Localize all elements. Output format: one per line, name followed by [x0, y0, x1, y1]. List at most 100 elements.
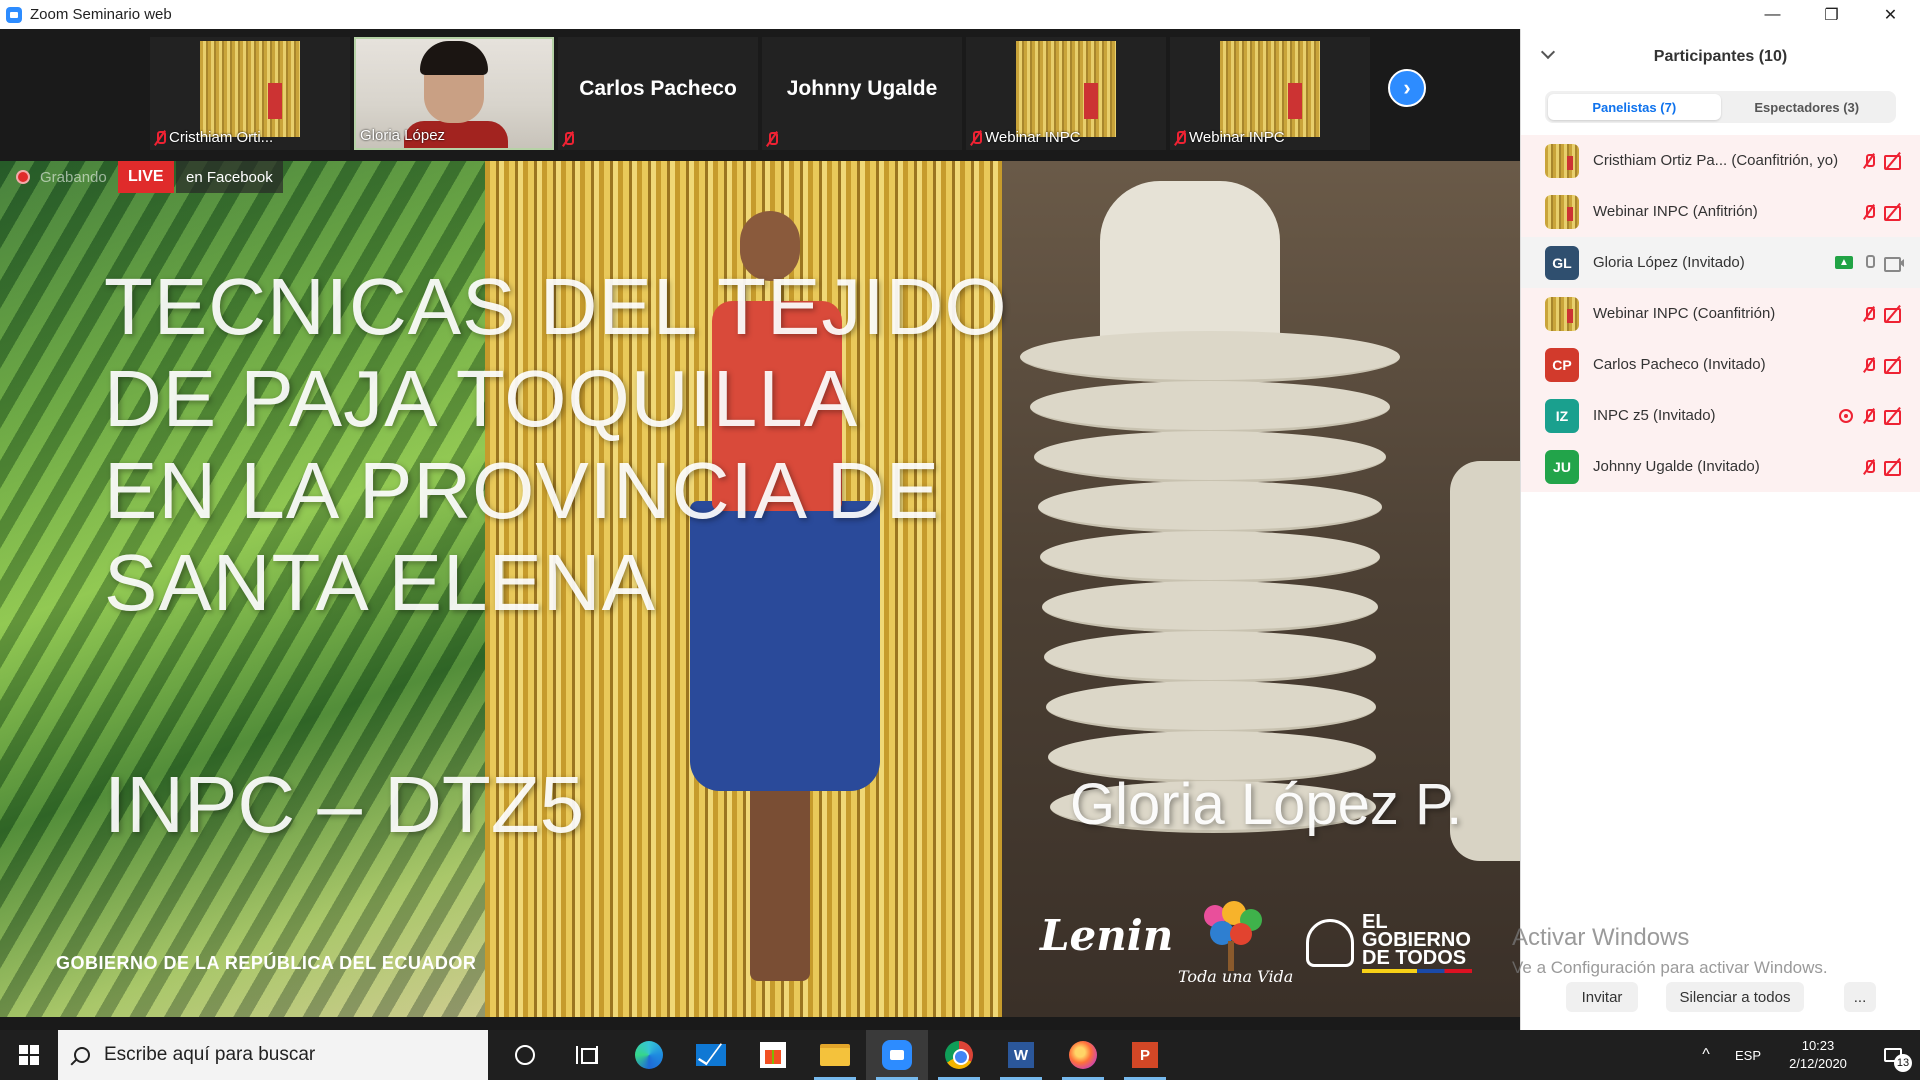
mic-icon[interactable] — [1863, 255, 1875, 270]
store-icon — [760, 1042, 786, 1068]
action-center-button[interactable]: 13 — [1866, 1030, 1920, 1080]
video-tile[interactable]: Carlos Pacheco — [558, 37, 758, 150]
window-title: Zoom Seminario web — [30, 6, 172, 23]
live-target[interactable]: en Facebook — [176, 161, 283, 193]
recording-label: Grabando — [40, 168, 107, 186]
mic-muted-icon[interactable] — [1863, 153, 1875, 168]
start-button[interactable] — [0, 1030, 58, 1080]
participant-list: Cristhiam Ortiz Pa... (Coanfitrión, yo) … — [1521, 135, 1920, 492]
avatar — [1545, 143, 1579, 178]
tile-name: Webinar INPC — [1189, 129, 1285, 146]
video-off-icon[interactable] — [1884, 154, 1904, 170]
tile-name: Cristhiam Orti... — [169, 129, 274, 146]
more-options-button[interactable]: ... — [1844, 982, 1876, 1012]
participant-name: Gloria López (Invitado) — [1593, 254, 1745, 271]
mic-muted-icon[interactable] — [1863, 459, 1875, 474]
tile-name: Webinar INPC — [985, 129, 1081, 146]
mic-muted-icon[interactable] — [1863, 408, 1875, 423]
activate-windows-subtitle: Ve a Configuración para activar Windows. — [1512, 958, 1828, 977]
powerpoint-button[interactable]: P — [1114, 1030, 1176, 1080]
word-icon: W — [1008, 1042, 1034, 1068]
slide-author: Gloria López P. — [1070, 772, 1463, 837]
minimize-button[interactable]: — — [1743, 0, 1802, 29]
language-indicator[interactable]: ESP — [1726, 1048, 1770, 1063]
video-off-icon[interactable] — [1884, 205, 1904, 221]
lenin-logo: Lenin — [1040, 911, 1174, 960]
notification-count: 13 — [1894, 1054, 1912, 1072]
video-image — [1220, 41, 1320, 137]
slide-gov-footer: GOBIERNO DE LA REPÚBLICA DEL ECUADOR — [56, 953, 477, 973]
tile-name: Gloria López — [360, 127, 446, 144]
activate-windows-title: Activar Windows — [1512, 924, 1690, 951]
slide-title-line: DE PAJA TOQUILLA — [104, 354, 859, 443]
chevron-down-icon[interactable] — [1540, 44, 1556, 60]
chrome-icon — [945, 1041, 973, 1069]
video-off-icon[interactable] — [1884, 307, 1904, 323]
word-button[interactable]: W — [990, 1030, 1052, 1080]
video-tile-active-speaker[interactable]: Gloria López — [354, 37, 554, 150]
video-thumbnail-strip: Cristhiam Orti... Gloria López Carlos Pa… — [0, 29, 1520, 161]
tile-name-large: Carlos Pacheco — [579, 77, 737, 100]
record-dot-icon — [16, 170, 30, 184]
tab-panelists[interactable]: Panelistas (7) — [1548, 94, 1721, 120]
video-off-icon[interactable] — [1884, 460, 1904, 476]
avatar: IZ — [1545, 398, 1579, 433]
mic-muted-icon[interactable] — [1863, 204, 1875, 219]
toda-una-vida-logo — [1196, 901, 1268, 973]
store-button[interactable] — [742, 1030, 804, 1080]
video-tile[interactable]: Cristhiam Orti... — [150, 37, 350, 150]
file-explorer-button[interactable] — [804, 1030, 866, 1080]
zoom-taskbar-button[interactable] — [866, 1030, 928, 1080]
participant-name: Webinar INPC (Coanfitrión) — [1593, 305, 1776, 322]
tab-attendees[interactable]: Espectadores (3) — [1721, 94, 1894, 120]
participant-name: INPC z5 (Invitado) — [1593, 407, 1716, 424]
cortana-button[interactable] — [494, 1030, 556, 1080]
participant-name: Cristhiam Ortiz Pa... (Coanfitrión, yo) — [1593, 152, 1839, 169]
participant-row[interactable]: CP Carlos Pacheco (Invitado) — [1521, 339, 1920, 390]
search-placeholder: Escribe aquí para buscar — [104, 1044, 316, 1065]
shared-screen: TECNICAS DEL TEJIDO DE PAJA TOQUILLA EN … — [0, 161, 1520, 1017]
participant-row[interactable]: Webinar INPC (Coanfitrión) — [1521, 288, 1920, 339]
taskbar-search[interactable]: Escribe aquí para buscar — [58, 1030, 488, 1080]
recording-indicator[interactable]: Grabando — [0, 161, 107, 193]
mic-muted-icon — [766, 132, 778, 146]
participant-row[interactable]: IZ INPC z5 (Invitado) — [1521, 390, 1920, 441]
mute-all-button[interactable]: Silenciar a todos — [1666, 982, 1804, 1012]
video-off-icon[interactable] — [1884, 409, 1904, 425]
cortana-icon — [515, 1045, 535, 1065]
panel-header: Participantes (10) — [1521, 29, 1920, 85]
task-view-button[interactable] — [556, 1030, 618, 1080]
participant-row[interactable]: GL Gloria López (Invitado) ▲ — [1521, 237, 1920, 288]
screen-share-icon: ▲ — [1835, 256, 1853, 269]
participant-row[interactable]: Webinar INPC (Anfitrión) — [1521, 186, 1920, 237]
video-image — [200, 41, 300, 137]
clock[interactable]: 10:23 2/12/2020 — [1770, 1037, 1866, 1073]
invite-button[interactable]: Invitar — [1566, 982, 1638, 1012]
slide-title-line: EN LA PROVINCIA DE — [104, 446, 941, 535]
mail-button[interactable] — [680, 1030, 742, 1080]
video-tile[interactable]: Webinar INPC — [1170, 37, 1370, 150]
avatar: CP — [1545, 347, 1579, 382]
mic-muted-icon[interactable] — [1863, 306, 1875, 321]
restore-button[interactable]: ❐ — [1802, 0, 1861, 29]
task-view-icon — [576, 1046, 598, 1064]
edge-button[interactable] — [618, 1030, 680, 1080]
close-button[interactable]: ✕ — [1861, 0, 1920, 29]
chrome-button[interactable] — [928, 1030, 990, 1080]
firefox-icon — [1069, 1041, 1097, 1069]
video-tile[interactable]: Webinar INPC — [966, 37, 1166, 150]
slide-title: TECNICAS DEL TEJIDO DE PAJA TOQUILLA EN … — [104, 261, 1064, 629]
zoom-app-icon — [6, 6, 22, 23]
video-icon[interactable] — [1884, 256, 1904, 272]
show-hidden-icons-button[interactable]: ^ — [1686, 1030, 1726, 1080]
video-off-icon[interactable] — [1884, 358, 1904, 374]
live-badge[interactable]: LIVE — [118, 161, 174, 193]
mic-muted-icon — [154, 130, 166, 145]
mic-muted-icon[interactable] — [1863, 357, 1875, 372]
participant-row[interactable]: Cristhiam Ortiz Pa... (Coanfitrión, yo) — [1521, 135, 1920, 186]
participant-row[interactable]: JU Johnny Ugalde (Invitado) — [1521, 441, 1920, 492]
next-page-button[interactable]: › — [1388, 69, 1426, 107]
video-tile[interactable]: Johnny Ugalde — [762, 37, 962, 150]
mail-icon — [696, 1044, 726, 1066]
firefox-button[interactable] — [1052, 1030, 1114, 1080]
